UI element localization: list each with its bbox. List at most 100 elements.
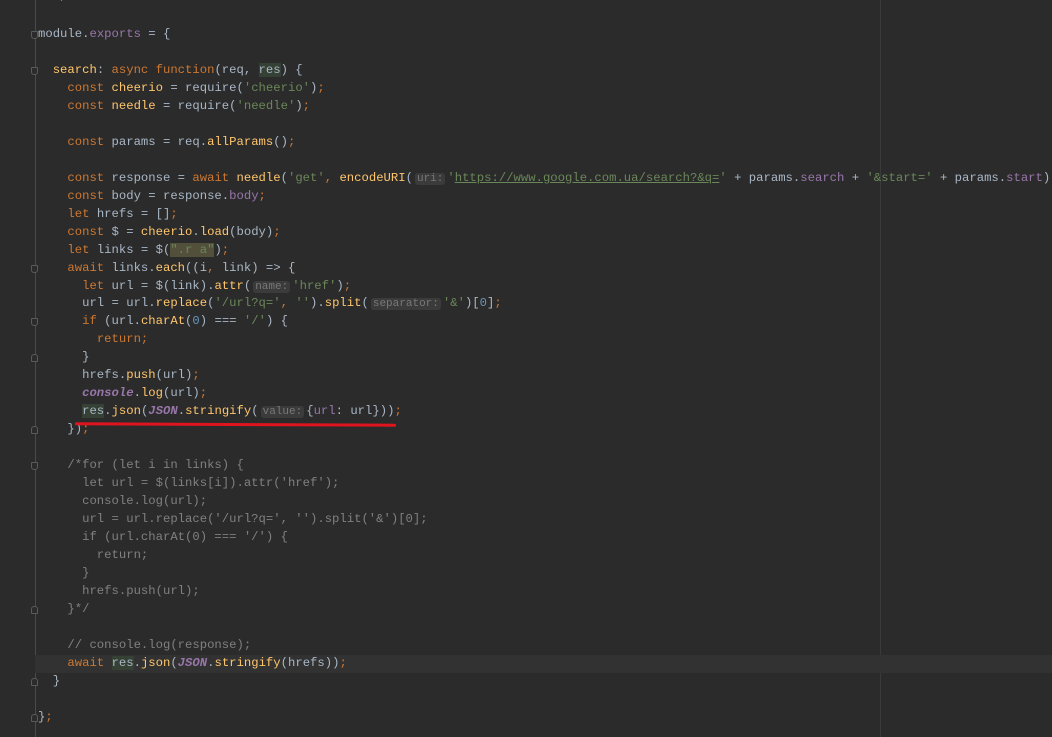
code-line[interactable]: const $ = cheerio.load(body); bbox=[38, 224, 1052, 242]
identifier: each bbox=[155, 260, 186, 275]
code-line[interactable]: res.json(JSON.stringify(value: {url: url}… bbox=[38, 403, 1052, 421]
code-text: } bbox=[38, 350, 90, 365]
code-line[interactable]: console.log(url); bbox=[38, 493, 1052, 511]
code-line[interactable]: url = url.replace('/url?q=', '').split('… bbox=[38, 511, 1052, 529]
code-text: ) { bbox=[280, 62, 303, 77]
keyword: const bbox=[67, 134, 112, 149]
highlighted-usage: res bbox=[258, 62, 281, 77]
identifier: needle bbox=[111, 98, 156, 113]
code-line[interactable]: url = url.replace('/url?q=', '').split(s… bbox=[38, 295, 1052, 313]
fold-start-icon[interactable] bbox=[31, 66, 38, 75]
code-text: ( bbox=[251, 404, 259, 419]
code-line[interactable]: hrefs.push(url); bbox=[38, 367, 1052, 385]
code-line[interactable]: const body = response.body; bbox=[38, 188, 1052, 206]
keyword: , bbox=[280, 296, 296, 311]
code-text: . bbox=[192, 224, 200, 239]
property: url bbox=[313, 404, 336, 419]
url-link[interactable]: https://www.google.com.ua/search?&q= bbox=[455, 171, 720, 185]
keyword: , bbox=[207, 260, 222, 275]
code-line[interactable] bbox=[38, 619, 1052, 637]
identifier: attr bbox=[214, 278, 244, 293]
code-line[interactable]: if (url.charAt(0) === '/') { bbox=[38, 313, 1052, 331]
code-text: + bbox=[844, 170, 867, 185]
code-line[interactable] bbox=[38, 116, 1052, 134]
code-line[interactable]: search: async function(req, res) { bbox=[38, 62, 1052, 80]
fold-start-icon[interactable] bbox=[31, 318, 38, 327]
code-line[interactable] bbox=[38, 152, 1052, 170]
keyword: ; bbox=[317, 80, 325, 95]
keyword: ; bbox=[192, 368, 200, 383]
code-line[interactable] bbox=[38, 44, 1052, 62]
code-line[interactable]: } bbox=[38, 673, 1052, 691]
fold-end-icon[interactable] bbox=[31, 677, 38, 686]
comment: console.log(url); bbox=[38, 494, 208, 509]
identifier: load bbox=[199, 224, 230, 239]
code-text: . bbox=[177, 404, 186, 419]
global-object: console bbox=[82, 386, 134, 401]
fold-start-icon[interactable] bbox=[31, 264, 38, 273]
fold-end-icon[interactable] bbox=[31, 426, 38, 435]
code-line[interactable]: hrefs.push(url); bbox=[38, 583, 1052, 601]
code-text: = require( bbox=[155, 98, 237, 113]
keyword: const bbox=[67, 80, 112, 95]
code-line[interactable]: }; bbox=[38, 709, 1052, 727]
code-line[interactable]: } bbox=[38, 349, 1052, 367]
fold-end-icon[interactable] bbox=[31, 605, 38, 614]
code-line-current[interactable]: await res.json(JSON.stringify(hrefs)); bbox=[35, 654, 1052, 673]
code-line[interactable]: } bbox=[38, 565, 1052, 583]
highlighted-usage: res bbox=[111, 655, 134, 670]
global-object: JSON bbox=[177, 655, 208, 670]
parameter-hint: name: bbox=[253, 280, 291, 293]
string-literal: 'get' bbox=[287, 170, 325, 185]
fold-start-icon[interactable] bbox=[31, 30, 38, 39]
code-line[interactable]: return; bbox=[38, 331, 1052, 349]
fold-end-icon[interactable] bbox=[31, 713, 38, 722]
code-line[interactable]: // console.log(response); bbox=[38, 637, 1052, 655]
code-text: + params. bbox=[726, 170, 801, 185]
code-line[interactable]: const needle = require('needle'); bbox=[38, 98, 1052, 116]
comment: if (url.charAt(0) === '/') { bbox=[38, 530, 288, 545]
identifier: json bbox=[140, 655, 171, 670]
code-line[interactable]: let url = $(links[i]).attr('href'); bbox=[38, 475, 1052, 493]
code-line[interactable]: module.exports = { bbox=[38, 26, 1052, 44]
fold-end-icon[interactable] bbox=[31, 354, 38, 363]
code-text: () bbox=[273, 134, 288, 149]
parameter-hint: separator: bbox=[370, 298, 441, 311]
code-line[interactable]: /*for (let i in links) { bbox=[38, 457, 1052, 475]
code-line[interactable]: await links.each((i, link) => { bbox=[38, 260, 1052, 278]
code-text: ( bbox=[361, 296, 369, 311]
code-line[interactable]: let hrefs = []; bbox=[38, 206, 1052, 224]
code-line[interactable]: let url = $(link).attr(name:'href'); bbox=[38, 278, 1052, 296]
code-line[interactable]: */ bbox=[38, 0, 1052, 8]
code-line[interactable] bbox=[38, 8, 1052, 26]
code-text: url = $(link). bbox=[111, 278, 215, 293]
keyword: await bbox=[67, 260, 112, 275]
string-literal: ' bbox=[447, 170, 455, 185]
code-line[interactable]: const cheerio = require('cheerio'); bbox=[38, 80, 1052, 98]
code-line[interactable]: console.log(url); bbox=[38, 385, 1052, 403]
code-line[interactable]: let links = $(".r a"); bbox=[38, 242, 1052, 260]
code-editor[interactable]: */ module.exports = { search: async func… bbox=[35, 0, 1052, 727]
keyword: return; bbox=[96, 332, 149, 347]
fold-start-icon[interactable] bbox=[31, 462, 38, 471]
code-line[interactable]: return; bbox=[38, 547, 1052, 565]
code-text: { bbox=[306, 404, 314, 419]
keyword: ; bbox=[394, 404, 402, 419]
identifier: replace bbox=[155, 296, 208, 311]
code-line[interactable] bbox=[38, 439, 1052, 457]
identifier: log bbox=[140, 386, 163, 401]
parameter-hint: uri: bbox=[414, 172, 446, 185]
code-line[interactable]: const response = await needle('get', enc… bbox=[38, 170, 1052, 188]
code-line[interactable]: const params = req.allParams(); bbox=[38, 134, 1052, 152]
identifier: split bbox=[324, 296, 362, 311]
identifier: encodeURI bbox=[339, 170, 406, 185]
code-line[interactable]: if (url.charAt(0) === '/') { bbox=[38, 529, 1052, 547]
code-line[interactable] bbox=[38, 691, 1052, 709]
identifier: push bbox=[126, 368, 156, 383]
code-line[interactable]: }*/ bbox=[38, 601, 1052, 619]
string-literal: 'href' bbox=[292, 278, 337, 293]
